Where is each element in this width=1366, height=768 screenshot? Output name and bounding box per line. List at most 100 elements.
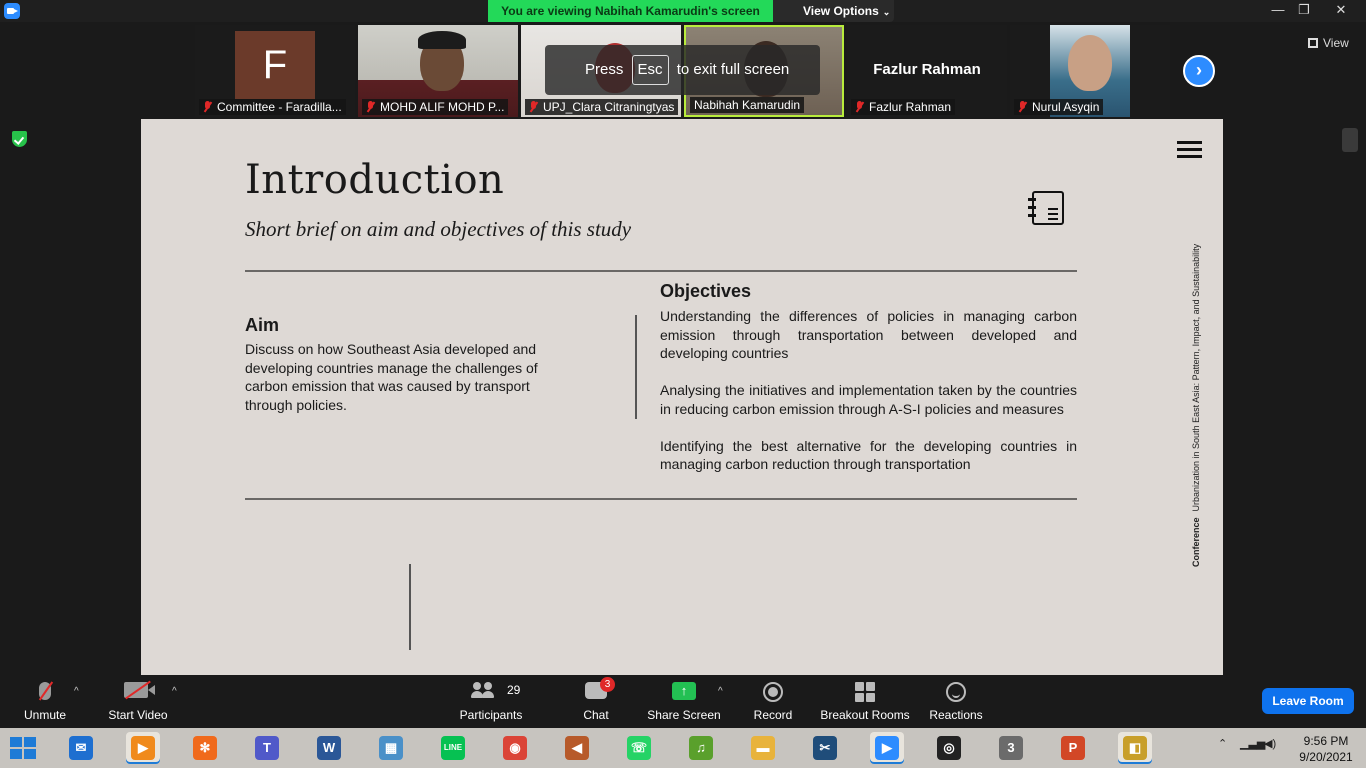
taskbar-app-file-explorer[interactable]: ▬: [746, 732, 780, 764]
objectives-heading: Objectives: [660, 281, 752, 301]
windows-start-icon[interactable]: [10, 737, 38, 761]
chat-label: Chat: [583, 708, 609, 722]
taskbar-app-mail[interactable]: ✉: [64, 732, 98, 764]
participant-tile[interactable]: Nurul Asyqin: [1010, 25, 1170, 117]
taskbar-app-teams[interactable]: T: [250, 732, 284, 764]
mail-icon: ✉: [69, 736, 93, 760]
side-label-bold: Conference: [1191, 517, 1201, 567]
grid-view-icon: [1308, 38, 1318, 48]
windows-taskbar: ✉ ▶ ✻ T W ▦ LINE ◉ ◀ ☏ ♫ ▬ ✂ ▶ ◎ 3 P ◧: [0, 728, 1366, 768]
chrome-icon: ◉: [503, 736, 527, 760]
audio-options-caret[interactable]: ^: [74, 686, 79, 697]
mic-muted-icon: [366, 101, 375, 113]
close-button[interactable]: ✕: [1328, 0, 1354, 22]
minimize-button[interactable]: —: [1265, 0, 1291, 22]
chat-unread-badge: 3: [600, 677, 615, 692]
mic-muted-icon: [855, 101, 864, 113]
control-panel-icon: ▦: [379, 736, 403, 760]
participant-name: Nabihah Kamarudin: [690, 97, 805, 113]
participant-name: Fazlur Rahman: [851, 99, 956, 115]
taskbar-app-line[interactable]: LINE: [436, 732, 470, 764]
bottom-divider: [245, 498, 1077, 500]
record-icon: [763, 682, 783, 702]
evernote-icon: ♫: [689, 736, 713, 760]
view-button-label: View: [1323, 36, 1349, 50]
slide-title: Introduction: [245, 157, 505, 203]
taskbar-app-snip[interactable]: ✂: [808, 732, 842, 764]
taskbar-app-volume[interactable]: ◀: [560, 732, 594, 764]
obs-icon: ◎: [937, 736, 961, 760]
unmute-label: Unmute: [23, 708, 67, 722]
participant-tile[interactable]: F Committee - Faradilla...: [195, 25, 355, 117]
system-clock[interactable]: 9:56 PM 9/20/2021: [1293, 733, 1359, 765]
taskbar-app-obs[interactable]: ◎: [932, 732, 966, 764]
taskbar-app-zoom[interactable]: ▶: [870, 732, 904, 764]
taskbar-app-media-player[interactable]: ▶: [126, 732, 160, 764]
participant-name-label: Fazlur Rahman: [869, 100, 952, 114]
menu-icon[interactable]: [1177, 141, 1202, 158]
taskbar-app-video-editor[interactable]: 3: [994, 732, 1028, 764]
participant-name: Nurul Asyqin: [1014, 99, 1104, 115]
title-bar: You are viewing Nabihah Kamarudin's scre…: [0, 0, 1366, 22]
view-button[interactable]: View: [1308, 36, 1349, 50]
participant-hair: [418, 31, 466, 49]
decorative-divider: [409, 564, 411, 650]
powerpoint-icon: P: [1061, 736, 1085, 760]
taskbar-app-word[interactable]: W: [312, 732, 346, 764]
mic-muted-icon: [203, 101, 212, 113]
reactions-icon: [946, 682, 966, 702]
taskbar-app-powerpoint[interactable]: P: [1056, 732, 1090, 764]
fullscreen-hint: Press Esc to exit full screen: [545, 45, 820, 95]
aim-text: Discuss on how Southeast Asia developed …: [245, 341, 538, 413]
reactions-label: Reactions: [929, 708, 983, 722]
share-screen-label: Share Screen: [647, 708, 721, 722]
network-icon[interactable]: ▁▃▅: [1240, 737, 1265, 750]
participant-face: [1068, 35, 1112, 91]
zoom-logo-icon: [4, 3, 20, 19]
xampp-icon: ✻: [193, 736, 217, 760]
teams-icon: T: [255, 736, 279, 760]
share-options-caret[interactable]: ^: [718, 686, 723, 697]
participant-name-label: UPJ_Clara Citraningtyas: [543, 100, 675, 114]
view-options-button[interactable]: View Options ⌄: [773, 0, 894, 22]
taskbar-app-project[interactable]: ◧: [1118, 732, 1152, 764]
encryption-shield-icon[interactable]: [12, 131, 27, 147]
tray-overflow-icon[interactable]: ⌃: [1218, 737, 1227, 750]
restore-button[interactable]: ❐: [1291, 0, 1317, 22]
word-icon: W: [317, 736, 341, 760]
volume-icon[interactable]: ◀): [1264, 737, 1276, 750]
breakout-rooms-icon: [855, 682, 876, 702]
participant-name: Committee - Faradilla...: [199, 99, 346, 115]
shared-slide: Introduction Short brief on aim and obje…: [141, 119, 1223, 675]
project-icon: ◧: [1123, 736, 1147, 760]
scrollbar[interactable]: [1342, 128, 1358, 152]
taskbar-app-xampp[interactable]: ✻: [188, 732, 222, 764]
taskbar-app-chrome[interactable]: ◉: [498, 732, 532, 764]
participant-name-label: MOHD ALIF MOHD P...: [380, 100, 505, 114]
participant-name-label: Nurul Asyqin: [1032, 100, 1100, 114]
participant-tile[interactable]: MOHD ALIF MOHD P...: [358, 25, 518, 117]
breakout-rooms-label: Breakout Rooms: [820, 708, 910, 722]
conference-side-label: Conference Urbanization in South East Asi…: [1191, 215, 1201, 567]
zoom-window: You are viewing Nabihah Kamarudin's scre…: [0, 0, 1366, 768]
record-label: Record: [753, 708, 793, 722]
mic-muted-icon: [529, 101, 538, 113]
next-page-button[interactable]: ›: [1183, 55, 1215, 87]
taskbar-app-evernote[interactable]: ♫: [684, 732, 718, 764]
leave-room-button[interactable]: Leave Room: [1262, 688, 1354, 714]
participants-icon: [471, 682, 495, 698]
participant-tile[interactable]: Fazlur Rahman Fazlur Rahman: [847, 25, 1007, 117]
clock-date: 9/20/2021: [1299, 750, 1353, 764]
taskbar-app-whatsapp[interactable]: ☏: [622, 732, 656, 764]
objective-item: Analysing the initiatives and implementa…: [660, 382, 1077, 417]
slide-subtitle: Short brief on aim and objectives of thi…: [245, 217, 632, 241]
participants-label: Participants: [459, 708, 523, 722]
start-video-label: Start Video: [108, 708, 168, 722]
objective-item: Identifying the best alternative for the…: [660, 437, 1077, 473]
esc-key: Esc: [631, 55, 669, 85]
share-screen-icon: ↑: [672, 682, 696, 700]
whatsapp-icon: ☏: [627, 736, 651, 760]
video-options-caret[interactable]: ^: [172, 686, 177, 697]
notebook-icon: [1028, 191, 1064, 225]
taskbar-app-control-panel[interactable]: ▦: [374, 732, 408, 764]
